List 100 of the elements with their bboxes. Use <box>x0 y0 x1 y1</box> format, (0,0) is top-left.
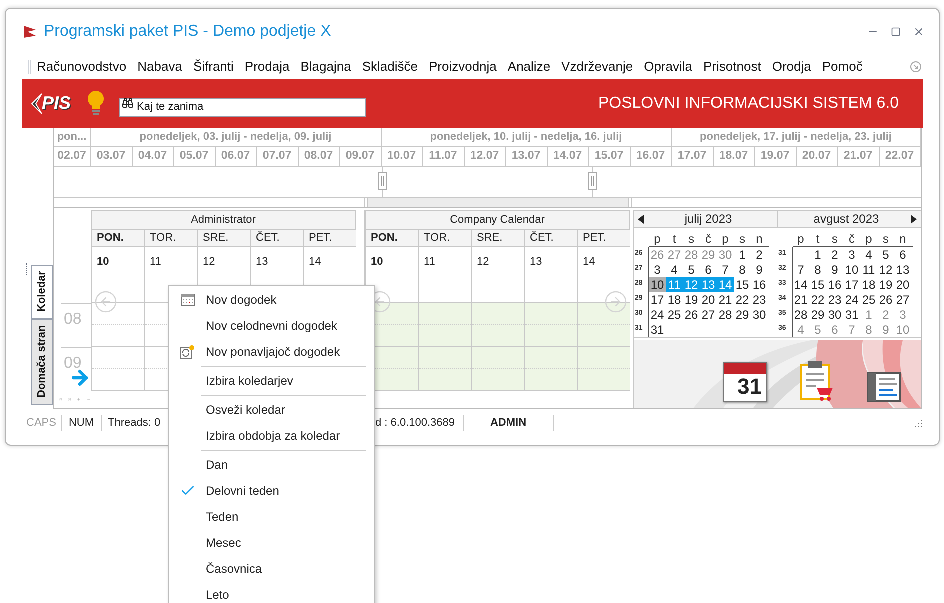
calendar-day[interactable]: 1 <box>810 247 826 262</box>
calendar-icon[interactable]: 31 <box>723 362 767 402</box>
menu-option[interactable]: Nov ponavljajoč dogodek <box>169 339 374 365</box>
menu-item[interactable]: Vzdrževanje <box>562 57 634 77</box>
calendar-day[interactable]: 13 <box>894 262 912 277</box>
calendar-day[interactable]: 26 <box>683 307 700 322</box>
calendar-day[interactable]: 12 <box>878 262 894 277</box>
calendar-day[interactable]: 3 <box>649 262 666 277</box>
calendar-day[interactable]: 10 <box>844 262 860 277</box>
calendar-day[interactable]: 6 <box>700 262 717 277</box>
calendar-day[interactable]: 22 <box>810 292 826 307</box>
menu-item[interactable]: Analize <box>508 57 551 77</box>
menu-option[interactable]: Teden <box>169 504 374 530</box>
calendar-day[interactable]: 9 <box>826 262 844 277</box>
calendar-day[interactable]: 9 <box>751 262 768 277</box>
date-header: 07.07 <box>257 147 298 166</box>
menu-option[interactable]: Izbira obdobja za koledar <box>169 423 374 449</box>
calendar-day[interactable]: 17 <box>649 292 666 307</box>
calendar-day[interactable]: 4 <box>860 247 878 262</box>
day-header: PET. <box>577 230 630 246</box>
calendar-day[interactable]: 20 <box>894 277 912 292</box>
calendar-day[interactable]: 20 <box>700 292 717 307</box>
menu-option[interactable]: Leto <box>169 582 374 603</box>
day-number: 12 <box>203 256 216 268</box>
calendar-day[interactable]: 8 <box>810 262 826 277</box>
menu-option[interactable]: Dan <box>169 452 374 478</box>
side-tab[interactable]: Domača stran <box>31 319 53 405</box>
calendar-day[interactable]: 31 <box>844 307 860 322</box>
menu-item[interactable]: Blagajna <box>300 57 352 77</box>
calendar-day[interactable]: 30 <box>751 307 768 322</box>
menu-item[interactable]: Proizvodnja <box>428 57 497 77</box>
calendar-day[interactable]: 5 <box>878 247 894 262</box>
calendar-day[interactable]: 22 <box>734 292 751 307</box>
calendar-day[interactable]: 16 <box>751 277 768 292</box>
search-field[interactable]: Kaj te zanima <box>119 98 366 116</box>
calendar-day[interactable]: 16 <box>826 277 844 292</box>
calendar-day[interactable]: 29 <box>734 307 751 322</box>
calendar-day[interactable]: 15 <box>734 277 751 292</box>
calendar-day[interactable]: 11 <box>860 262 878 277</box>
menu-item[interactable]: Pomoč <box>822 57 863 77</box>
calendar-day[interactable]: 27 <box>894 292 912 307</box>
calendar-day[interactable]: 6 <box>894 247 912 262</box>
menu-item[interactable]: Opravila <box>644 57 693 77</box>
calendar-day[interactable]: 8 <box>734 262 751 277</box>
window-title: Programski paket PIS - Demo podjetje X <box>44 22 332 42</box>
weekday-label: t <box>815 232 821 244</box>
calendar-day[interactable]: 1 <box>734 247 751 262</box>
date-header: 06.07 <box>216 147 257 166</box>
menu-option[interactable]: Nov celodnevni dogodek <box>169 313 374 339</box>
calendar-day[interactable]: 30 <box>826 307 844 322</box>
calendar-day[interactable]: 19 <box>878 277 894 292</box>
menu-item[interactable]: Šifranti <box>193 57 234 77</box>
calendar-day[interactable]: 10 <box>649 277 666 292</box>
calendar-day[interactable]: 28 <box>792 307 810 322</box>
calendar-day[interactable]: 5 <box>683 262 700 277</box>
calendar-day[interactable]: 31 <box>649 322 666 337</box>
calendar-day[interactable]: 3 <box>844 247 860 262</box>
menu-option[interactable]: Delovni teden <box>169 478 374 504</box>
calendar-day[interactable]: 2 <box>751 247 768 262</box>
menu-option[interactable]: Mesec <box>169 530 374 556</box>
calendar-day[interactable]: 21 <box>792 292 810 307</box>
calendar-day[interactable]: 25 <box>666 307 683 322</box>
calendar-day[interactable]: 14 <box>792 277 810 292</box>
calendar-day[interactable]: 7 <box>717 262 734 277</box>
date-header: 22.07 <box>880 147 921 166</box>
date-header: 10.07 <box>382 147 423 166</box>
date-header: 19.07 <box>755 147 796 166</box>
menu-option[interactable]: Nov dogodek <box>169 287 374 313</box>
calendar-day[interactable]: 29 <box>810 307 826 322</box>
date-header: 15.07 <box>589 147 630 166</box>
menu-item[interactable]: Nabava <box>138 57 182 77</box>
calendar-day[interactable]: 23 <box>751 292 768 307</box>
calendar-day[interactable]: 19 <box>683 292 700 307</box>
menu-item[interactable]: Orodja <box>772 57 812 77</box>
calendar-day[interactable]: 15 <box>810 277 826 292</box>
menu-option[interactable]: Časovnica <box>169 556 374 582</box>
calendar-day[interactable]: 23 <box>826 292 844 307</box>
calendar-day[interactable]: 26 <box>878 292 894 307</box>
calendar-day[interactable]: 24 <box>649 307 666 322</box>
hour-label: 09 <box>64 355 82 372</box>
calendar-day[interactable]: 24 <box>844 292 860 307</box>
calendar-day[interactable]: 21 <box>717 292 734 307</box>
menu-item[interactable]: Prodaja <box>244 57 290 77</box>
calendar-day[interactable]: 27 <box>700 307 717 322</box>
calendar-day[interactable]: 17 <box>844 277 860 292</box>
weekday-label: s <box>688 232 696 244</box>
calendar-day[interactable]: 25 <box>860 292 878 307</box>
calendar-day[interactable]: 4 <box>666 262 683 277</box>
menu-option[interactable]: Izbira koledarjev <box>169 368 374 394</box>
menu-item[interactable]: Skladišče <box>362 57 418 77</box>
menu-item[interactable]: Prisotnost <box>704 57 762 77</box>
menu-option[interactable]: Osveži koledar <box>169 397 374 423</box>
side-tab[interactable]: Koledar <box>31 265 53 319</box>
calendar-day[interactable]: 18 <box>666 292 683 307</box>
menu-item[interactable]: Računovodstvo <box>37 57 127 77</box>
calendar-day[interactable]: 28 <box>717 307 734 322</box>
weekday-label: p <box>864 232 874 244</box>
calendar-day[interactable]: 2 <box>826 247 844 262</box>
calendar-day[interactable]: 7 <box>792 262 810 277</box>
calendar-day[interactable]: 18 <box>860 277 878 292</box>
